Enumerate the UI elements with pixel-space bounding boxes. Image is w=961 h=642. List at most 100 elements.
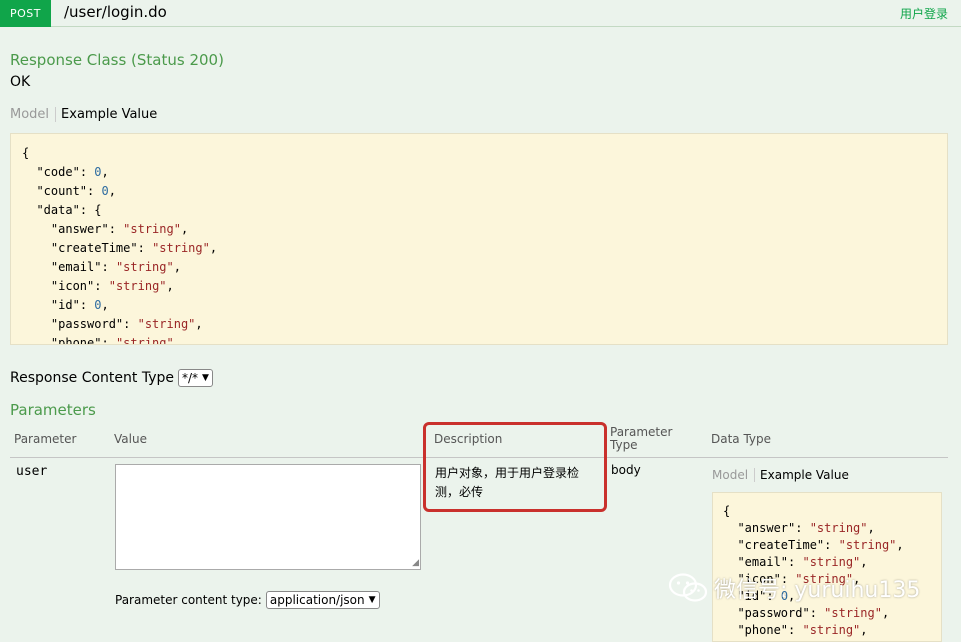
param-value-textarea[interactable]: ◢ bbox=[115, 464, 421, 570]
code-token: , bbox=[209, 241, 218, 255]
code-token: "count" bbox=[36, 184, 88, 198]
code-token: 0 bbox=[94, 298, 102, 312]
code-token: "string" bbox=[824, 606, 882, 620]
code-token: "string" bbox=[802, 555, 861, 569]
code-token: "icon" bbox=[50, 279, 95, 293]
code-line: "password": "string", bbox=[22, 315, 936, 334]
resize-handle-icon[interactable]: ◢ bbox=[412, 559, 419, 568]
code-line: "icon": "string", bbox=[22, 277, 936, 296]
response-status-text: OK bbox=[10, 74, 31, 90]
operation-header[interactable]: POST /user/login.do 用户登录 bbox=[0, 0, 961, 27]
code-token: : bbox=[79, 298, 95, 312]
code-line: { bbox=[723, 503, 931, 520]
code-line: "answer": "string", bbox=[22, 220, 936, 239]
endpoint-path[interactable]: /user/login.do bbox=[64, 3, 167, 21]
parameter-content-type-select[interactable]: application/json ▼ bbox=[265, 591, 380, 609]
code-line: "phone": "string", bbox=[723, 622, 931, 639]
code-token: "string" bbox=[152, 241, 210, 255]
code-token: "string" bbox=[115, 336, 174, 345]
code-token: "answer" bbox=[737, 521, 796, 535]
response-example-code[interactable]: { "code": 0, "count": 0, "data": { "answ… bbox=[10, 133, 948, 345]
code-line: "createTime": "string", bbox=[22, 239, 936, 258]
code-line: "code": 0, bbox=[22, 163, 936, 182]
response-content-type-select[interactable]: */* ▼ bbox=[177, 369, 213, 387]
code-token: "string" bbox=[137, 317, 196, 331]
parameter-content-type-label: Parameter content type: bbox=[115, 593, 262, 607]
code-token: , bbox=[195, 317, 203, 331]
response-content-type-label: Response Content Type bbox=[10, 370, 174, 386]
parameters-heading: Parameters bbox=[10, 401, 96, 419]
code-token: : bbox=[94, 279, 109, 293]
chevron-down-icon: ▼ bbox=[202, 373, 209, 383]
code-token: "answer" bbox=[50, 222, 109, 236]
parameter-content-type: Parameter content type: application/json… bbox=[115, 591, 380, 609]
code-line: "answer": "string", bbox=[723, 520, 931, 537]
param-type: body bbox=[611, 463, 641, 477]
response-class-heading: Response Class (Status 200) bbox=[10, 51, 224, 69]
code-line: "createTime": "string", bbox=[723, 537, 931, 554]
code-line: "phone": "string", bbox=[22, 334, 936, 345]
tab-model[interactable]: Model bbox=[10, 107, 57, 122]
param-example-code[interactable]: { "answer": "string", "createTime": "str… bbox=[712, 492, 942, 642]
code-token: : { bbox=[79, 203, 102, 217]
code-token: "data" bbox=[36, 203, 80, 217]
param-name: user bbox=[16, 464, 48, 479]
code-token: , bbox=[867, 521, 875, 535]
code-token: : bbox=[137, 241, 153, 255]
code-token: "password" bbox=[737, 606, 810, 620]
response-schema-tabs: Model Example Value bbox=[10, 107, 157, 122]
code-token: { bbox=[22, 146, 30, 160]
code-token: "createTime" bbox=[737, 538, 825, 552]
code-token: , bbox=[896, 538, 904, 552]
code-token: , bbox=[881, 606, 890, 620]
code-line: "count": 0, bbox=[22, 182, 936, 201]
code-token: "code" bbox=[36, 165, 80, 179]
code-token: : bbox=[101, 336, 116, 345]
code-token: "string" bbox=[115, 260, 174, 274]
code-token: : bbox=[87, 184, 102, 198]
code-token: "password" bbox=[50, 317, 124, 331]
code-token: , bbox=[166, 279, 174, 293]
code-token: : bbox=[809, 606, 825, 620]
code-token: 0 bbox=[101, 184, 109, 198]
code-token: "email" bbox=[737, 555, 789, 569]
http-method-badge[interactable]: POST bbox=[0, 0, 51, 27]
header-value: Value bbox=[114, 432, 147, 446]
code-token: "string" bbox=[123, 222, 181, 236]
code-token: , bbox=[180, 222, 189, 236]
operation-summary[interactable]: 用户登录 bbox=[900, 5, 948, 22]
code-line: "id": 0, bbox=[22, 296, 936, 315]
param-schema-tabs: Model Example Value bbox=[712, 468, 849, 482]
code-token: "string" bbox=[838, 538, 897, 552]
code-token: 0 bbox=[94, 165, 102, 179]
parameter-content-type-value: application/json bbox=[269, 593, 365, 607]
watermark: 微信号: yuruihu135 bbox=[668, 572, 920, 604]
watermark-text: 微信号: yuruihu135 bbox=[714, 578, 921, 603]
code-token: , bbox=[860, 555, 868, 569]
code-token: , bbox=[108, 184, 116, 198]
tab-example-value[interactable]: Example Value bbox=[56, 107, 157, 122]
code-token: "createTime" bbox=[50, 241, 138, 255]
header-parameter-type: Parameter Type bbox=[610, 425, 673, 452]
code-token: : bbox=[795, 521, 810, 535]
response-content-type: Response Content Type */* ▼ bbox=[10, 369, 213, 387]
tab-model[interactable]: Model bbox=[712, 468, 756, 482]
code-token: : bbox=[788, 555, 803, 569]
code-token: : bbox=[101, 260, 116, 274]
code-token: , bbox=[173, 336, 181, 345]
code-line: "data": { bbox=[22, 201, 936, 220]
code-token: : bbox=[108, 222, 124, 236]
tab-example-value[interactable]: Example Value bbox=[755, 468, 849, 482]
code-token: , bbox=[101, 165, 109, 179]
